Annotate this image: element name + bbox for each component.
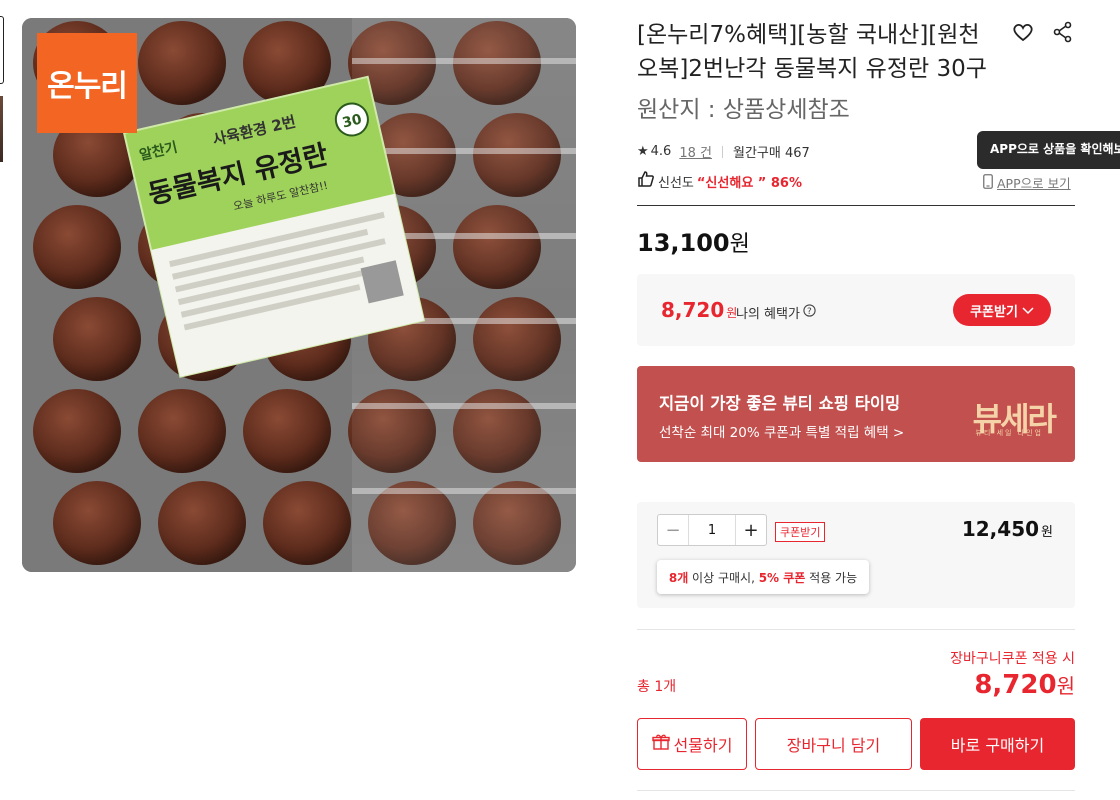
product-image: 알찬기 사육환경 2번 동물복지 유정란 30 오늘 하루도 알찬참!! 온누리: [22, 18, 576, 572]
freshness-row: 신선도 “신선해요 ” 86%: [637, 170, 802, 192]
cart-label: 장바구니 담기: [786, 736, 881, 755]
divider: [637, 629, 1075, 630]
review-count-link[interactable]: 18 건: [679, 142, 712, 161]
share-icon[interactable]: [1051, 20, 1075, 44]
egg: [138, 21, 226, 105]
heart-icon[interactable]: [1011, 20, 1035, 44]
decrease-button[interactable]: −: [658, 515, 688, 545]
egg: [158, 481, 246, 565]
app-tooltip: APP으로 상품을 확인해보세요: [977, 131, 1120, 169]
rating-value: 4.6: [650, 144, 672, 159]
option-box: − 1 + 쿠폰받기 12,450 원 8개 이상 구매시, 5% 쿠폰 적용 가…: [637, 502, 1075, 608]
chevron-down-icon: [1022, 303, 1034, 318]
thumbnail-2[interactable]: [0, 96, 3, 162]
logo-text: 온누리: [47, 69, 128, 104]
add-to-cart-button[interactable]: 장바구니 담기: [755, 718, 912, 770]
egg: [243, 389, 331, 473]
monthly-sales: 월간구매 467: [732, 146, 810, 161]
total-count: 총 1개: [637, 679, 677, 695]
option-price-unit: 원: [1041, 525, 1053, 540]
divider: [721, 145, 723, 158]
thumbs-up-icon: [637, 170, 655, 192]
tip-mid: 이상 구매시,: [688, 570, 759, 585]
divider: [637, 790, 1075, 791]
total-price: 8,720원: [974, 670, 1075, 700]
gift-button[interactable]: 선물하기: [637, 718, 747, 770]
coupon-button-label: 쿠폰받기: [970, 303, 1018, 319]
egg: [263, 481, 351, 565]
total-price-unit: 원: [1056, 674, 1075, 698]
total-price-value: 8,720: [974, 670, 1057, 700]
benefit-label-text: 나의 혜택가: [736, 307, 800, 322]
freshness-label: 신선도: [658, 175, 694, 191]
egg: [33, 389, 121, 473]
quantity-stepper: − 1 +: [657, 514, 767, 546]
app-view-link[interactable]: APP으로 보기: [983, 173, 1071, 192]
phone-icon: [983, 173, 993, 192]
divider: [637, 205, 1075, 206]
quantity-value[interactable]: 1: [688, 515, 736, 545]
star-icon: ★: [637, 144, 649, 159]
bulk-discount-tip: 8개 이상 구매시, 5% 쿠폰 적용 가능: [657, 560, 869, 594]
app-link-label: APP으로 보기: [997, 176, 1071, 191]
buy-label: 바로 구매하기: [950, 736, 1045, 755]
increase-button[interactable]: +: [736, 515, 766, 545]
product-title: [온누리7%혜택][농할 국내산][원천오복]2번난각 동물복지 유정란 30구: [637, 22, 987, 82]
promo-banner[interactable]: 지금이 가장 좋은 뷰티 쇼핑 타이밍 선착순 최대 20% 쿠폰과 특별 적립…: [637, 366, 1075, 462]
onnuri-logo: 온누리: [37, 33, 137, 133]
egg: [53, 297, 141, 381]
egg: [53, 481, 141, 565]
option-price-value: 12,450: [961, 517, 1040, 541]
beauty-sale-logo-sub: 뷰티 세일 라인업: [975, 429, 1043, 437]
tip-discount: 5% 쿠폰: [758, 570, 806, 585]
banner-subtitle: 선착순 최대 20% 쿠폰과 특별 적립 혜택 >: [659, 425, 905, 441]
rating-row: ★ 4.6 18 건 월간구매 467: [637, 142, 810, 161]
benefit-label: 나의 혜택가 ?: [736, 303, 816, 322]
top-actions: [1011, 20, 1075, 44]
product-origin: 원산지 : 상품상세참조: [637, 97, 850, 123]
gift-icon: [651, 733, 670, 755]
tip-count: 8개: [668, 570, 689, 585]
buy-now-button[interactable]: 바로 구매하기: [920, 718, 1075, 770]
banner-title: 지금이 가장 좋은 뷰티 쇼핑 타이밍: [659, 394, 901, 413]
egg: [138, 389, 226, 473]
thumbnail-1[interactable]: [0, 16, 4, 84]
freshness-grade: “신선해요 ” 86%: [696, 175, 802, 191]
tip-end: 적용 가능: [805, 570, 858, 585]
price-value: 13,100: [637, 229, 730, 257]
product-info: [온누리7%혜택][농할 국내산][원천오복]2번난각 동물복지 유정란 30구…: [637, 18, 1075, 191]
option-price: 12,450 원: [962, 517, 1053, 541]
cart-coupon-text: 장바구니쿠폰 적용 시: [950, 651, 1075, 667]
get-coupon-button[interactable]: 쿠폰받기: [953, 294, 1051, 326]
option-coupon-tag[interactable]: 쿠폰받기: [775, 522, 826, 542]
question-icon[interactable]: ?: [803, 304, 816, 321]
benefit-price-value: 8,720: [661, 298, 725, 322]
benefit-box: 8,720 원 나의 혜택가 ? 쿠폰받기: [637, 274, 1075, 346]
gift-label: 선물하기: [673, 736, 733, 755]
price-unit: 원: [729, 232, 750, 257]
benefit-price: 8,720 원: [661, 298, 737, 322]
egg: [33, 205, 121, 289]
svg-text:?: ?: [807, 307, 812, 317]
product-price: 13,100원: [637, 226, 750, 258]
